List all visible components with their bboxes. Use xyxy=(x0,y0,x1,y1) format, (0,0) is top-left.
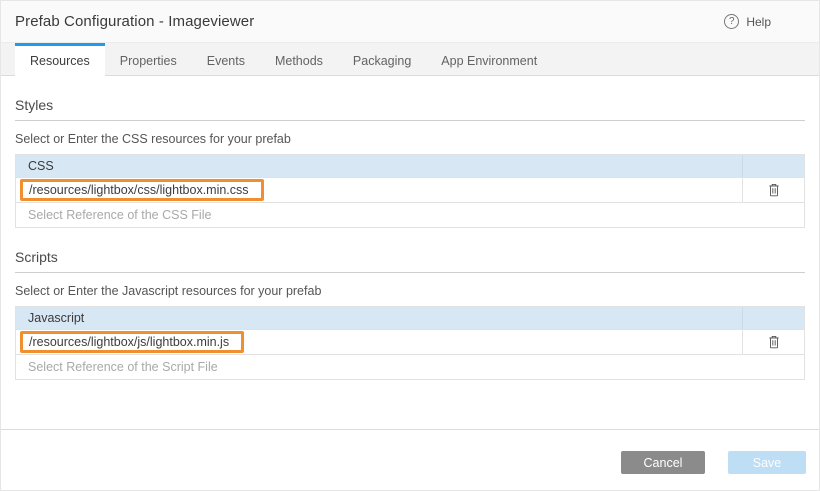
scripts-section: Scripts Select or Enter the Javascript r… xyxy=(15,249,805,380)
trash-icon xyxy=(767,334,781,350)
footer-buttons: Cancel Save xyxy=(621,451,806,474)
javascript-resources-table: Javascript /resources/lightbox/js/lightb… xyxy=(15,306,805,380)
styles-heading: Styles xyxy=(15,97,805,121)
tab-events[interactable]: Events xyxy=(192,43,260,75)
javascript-resource-select-input[interactable]: Select Reference of the Script File xyxy=(16,354,804,379)
javascript-table-header-row: Javascript xyxy=(16,307,804,329)
tab-methods[interactable]: Methods xyxy=(260,43,338,75)
css-column-header: CSS xyxy=(16,155,742,177)
annotation-highlight: /resources/lightbox/css/lightbox.min.css xyxy=(20,179,264,201)
delete-css-resource-button[interactable] xyxy=(742,178,804,202)
page-title: Prefab Configuration - Imageviewer xyxy=(15,13,254,30)
css-resources-table: CSS /resources/lightbox/css/lightbox.min… xyxy=(15,154,805,228)
tab-bar: Resources Properties Events Methods Pack… xyxy=(1,43,819,76)
delete-javascript-resource-button[interactable] xyxy=(742,330,804,354)
css-resource-select-input[interactable]: Select Reference of the CSS File xyxy=(16,202,804,227)
resources-panel: Styles Select or Enter the CSS resources… xyxy=(1,97,819,380)
scripts-heading: Scripts xyxy=(15,249,805,273)
prefab-configuration-dialog: Prefab Configuration - Imageviewer ? Hel… xyxy=(0,0,820,491)
dialog-footer: Cancel Save xyxy=(1,429,819,490)
tab-properties[interactable]: Properties xyxy=(105,43,192,75)
javascript-resource-path-value: /resources/lightbox/js/lightbox.min.js xyxy=(29,335,229,349)
css-resource-row: /resources/lightbox/css/lightbox.min.css xyxy=(16,177,804,202)
css-table-header-row: CSS xyxy=(16,155,804,177)
annotation-highlight: /resources/lightbox/js/lightbox.min.js xyxy=(20,331,244,353)
help-button[interactable]: ? Help xyxy=(724,14,771,29)
help-icon: ? xyxy=(724,14,739,29)
css-resource-path-field[interactable]: /resources/lightbox/css/lightbox.min.css xyxy=(16,178,742,202)
dialog-header: Prefab Configuration - Imageviewer ? Hel… xyxy=(1,1,819,43)
css-resource-path-value: /resources/lightbox/css/lightbox.min.css xyxy=(29,183,249,197)
trash-icon xyxy=(767,182,781,198)
tab-app-environment[interactable]: App Environment xyxy=(426,43,552,75)
styles-section: Styles Select or Enter the CSS resources… xyxy=(15,97,805,228)
css-actions-column-header xyxy=(742,155,804,177)
javascript-actions-column-header xyxy=(742,307,804,329)
scripts-description: Select or Enter the Javascript resources… xyxy=(15,284,805,298)
tab-packaging[interactable]: Packaging xyxy=(338,43,426,75)
styles-description: Select or Enter the CSS resources for yo… xyxy=(15,132,805,146)
tab-resources[interactable]: Resources xyxy=(15,43,105,76)
javascript-resource-path-field[interactable]: /resources/lightbox/js/lightbox.min.js xyxy=(16,330,742,354)
cancel-button[interactable]: Cancel xyxy=(621,451,705,474)
javascript-resource-row: /resources/lightbox/js/lightbox.min.js xyxy=(16,329,804,354)
javascript-column-header: Javascript xyxy=(16,307,742,329)
help-label: Help xyxy=(746,15,771,29)
save-button[interactable]: Save xyxy=(728,451,806,474)
help-icon-glyph: ? xyxy=(729,17,735,27)
